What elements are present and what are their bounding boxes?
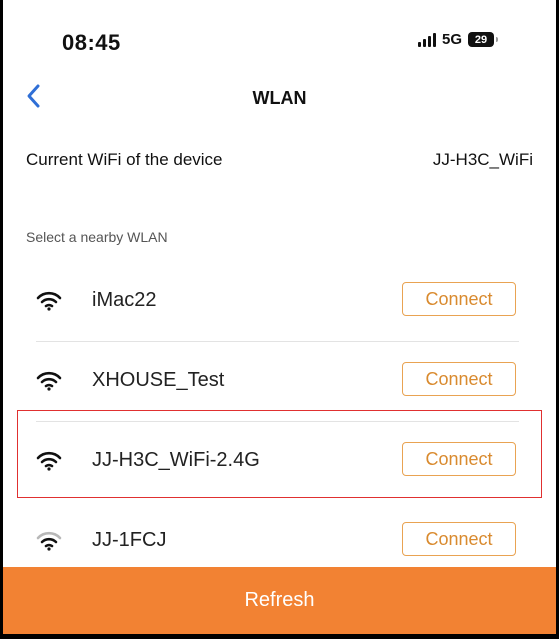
wifi-icon: [36, 291, 62, 311]
wlan-name: JJ-H3C_WiFi-2.4G: [92, 449, 260, 471]
current-wifi-value: JJ-H3C_WiFi: [432, 150, 533, 169]
wlan-name: iMac22: [92, 289, 157, 311]
battery-icon: 29: [468, 32, 499, 47]
current-wifi-label: Current WiFi of the device: [26, 150, 223, 169]
list-item: XHOUSE_Test Connect: [0, 342, 559, 422]
wlan-list: iMac22 Connect XHOUSE_Test Connect JJ-H3…: [0, 262, 559, 582]
wifi-icon-weak: [36, 531, 62, 551]
wifi-icon: [36, 451, 62, 471]
cellular-signal-icon: [418, 32, 436, 47]
connect-button[interactable]: Connect: [402, 282, 516, 316]
list-item: iMac22 Connect: [0, 262, 559, 342]
wlan-name: JJ-1FCJ: [92, 529, 167, 551]
wifi-icon: [36, 371, 62, 391]
current-wifi-row: Current WiFi of the device JJ-H3C_WiFi: [0, 128, 559, 192]
wlan-name: XHOUSE_Test: [92, 369, 225, 391]
connect-button[interactable]: Connect: [402, 442, 516, 476]
refresh-button[interactable]: Refresh: [3, 567, 556, 634]
section-label: Select a nearby WLAN: [26, 229, 168, 245]
battery-level: 29: [474, 33, 488, 46]
list-item: JJ-H3C_WiFi-2.4G Connect: [0, 422, 559, 502]
nav-bar: WLAN: [0, 64, 559, 128]
network-type: 5G: [442, 31, 463, 48]
bottom-edge: [0, 634, 559, 639]
status-bar: 08:45 5G 29: [0, 0, 559, 64]
page-title: WLAN: [252, 88, 307, 108]
status-indicators: 5G 29: [418, 31, 499, 48]
status-time: 08:45: [62, 30, 121, 55]
connect-button[interactable]: Connect: [402, 362, 516, 396]
connect-button[interactable]: Connect: [402, 522, 516, 556]
